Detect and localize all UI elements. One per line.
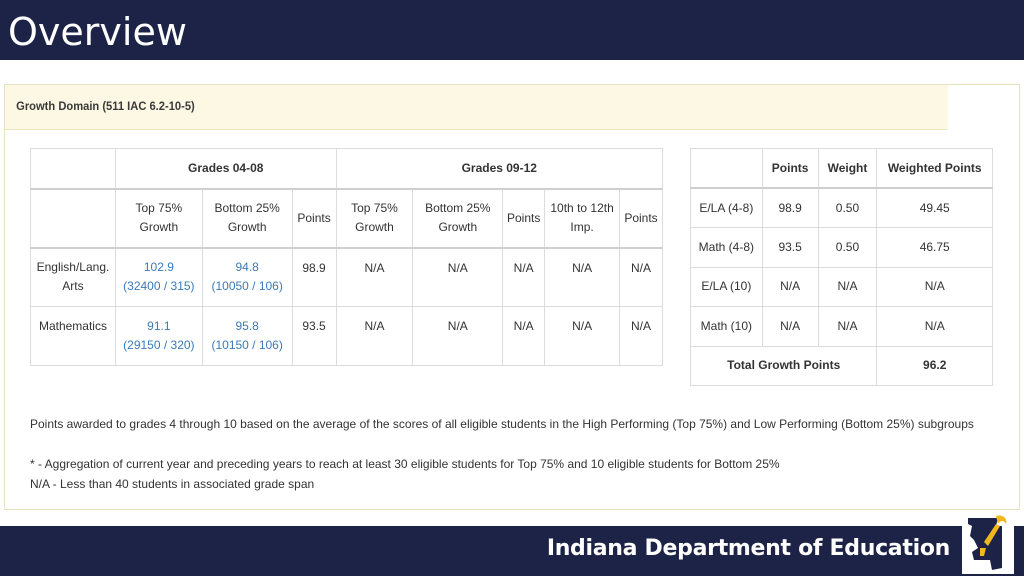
footnotes: Points awarded to grades 4 through 10 ba… [30, 414, 974, 494]
weighted-cell: N/A [876, 306, 993, 347]
points-cell: 98.9 [761, 187, 819, 228]
top75-link[interactable]: 102.9 (32400 / 315) [114, 247, 203, 307]
total-row: Total Growth Points 96.2 [689, 345, 993, 386]
points-cell: 98.9 [291, 247, 337, 307]
weighted-cell: N/A [876, 266, 993, 307]
value-cell: N/A [544, 247, 620, 307]
footer-banner: Indiana Department of Education [0, 526, 1024, 576]
value-cell: N/A [335, 247, 414, 307]
value-cell: N/A [502, 247, 546, 307]
column-header: Top 75% Growth [335, 188, 414, 249]
top75-link[interactable]: 91.1 (29150 / 320) [114, 306, 203, 366]
column-header: Points [618, 188, 664, 249]
row-label: Math (10) [690, 306, 763, 347]
weight-cell: N/A [817, 306, 878, 347]
weight-cell: 0.50 [817, 227, 878, 268]
value-cell: N/A [412, 247, 504, 307]
points-cell: 93.5 [291, 306, 337, 366]
column-header: Bottom 25% Growth [412, 188, 504, 249]
value-cell: N/A [618, 247, 664, 307]
footnote-na: N/A - Less than 40 students in associate… [30, 477, 315, 491]
value-cell: N/A [335, 306, 414, 366]
column-header: Points [502, 188, 546, 249]
growth-summary-table: Points Weight Weighted Points E/LA (4-8)… [689, 148, 993, 386]
value-cell: N/A [412, 306, 504, 366]
points-header: Points [761, 148, 819, 189]
weighted-points-header: Weighted Points [876, 148, 993, 189]
slide-title: Overview [8, 10, 187, 54]
points-cell: N/A [761, 266, 819, 307]
grades-04-08-header: Grades 04-08 [114, 148, 337, 190]
column-header: Top 75% Growth [114, 188, 203, 249]
table-row: Math (4-8) 93.5 0.50 46.75 [690, 227, 993, 268]
points-cell: 93.5 [761, 227, 819, 268]
corner-cell [690, 148, 763, 189]
footnote-points: Points awarded to grades 4 through 10 ba… [30, 417, 974, 431]
bottom25-link[interactable]: 94.8 (10050 / 106) [201, 247, 293, 307]
table-row: Mathematics 91.1 (29150 / 320) 95.8 (10150… [30, 306, 664, 366]
weighted-cell: 49.45 [876, 187, 993, 228]
column-header: 10th to 12th Imp. [544, 188, 620, 249]
torch-icon [962, 512, 1014, 574]
weight-cell: N/A [817, 266, 878, 307]
top-banner: Overview [0, 0, 1024, 60]
table-row: E/LA (10) N/A N/A N/A [690, 266, 993, 307]
total-value: 96.2 [876, 345, 993, 386]
column-header: Points [291, 188, 337, 249]
subject-cell: English/Lang. Arts [30, 247, 116, 307]
value-cell: N/A [544, 306, 620, 366]
points-cell: N/A [761, 306, 819, 347]
table-row: E/LA (4-8) 98.9 0.50 49.45 [690, 187, 993, 228]
table-row: Math (10) N/A N/A N/A [690, 306, 993, 347]
corner-cell [30, 148, 116, 190]
row-label: E/LA (10) [690, 266, 763, 307]
subject-cell: Mathematics [30, 306, 116, 366]
bottom25-link[interactable]: 95.8 (10150 / 106) [201, 306, 293, 366]
column-header: Bottom 25% Growth [201, 188, 293, 249]
panel-title: Growth Domain (511 IAC 6.2-10-5) [5, 85, 949, 130]
value-cell: N/A [502, 306, 546, 366]
weight-header: Weight [817, 148, 878, 189]
subject-header-cell [30, 188, 116, 249]
weight-cell: 0.50 [817, 187, 878, 228]
row-label: Math (4-8) [690, 227, 763, 268]
row-label: E/LA (4-8) [690, 187, 763, 228]
grade-growth-table: Grades 04-08 Grades 09-12 Top 75% Growth … [30, 148, 664, 366]
org-name: Indiana Department of Education [546, 536, 950, 561]
weighted-cell: 46.75 [876, 227, 993, 268]
footnote-aggregation: * - Aggregation of current year and prec… [30, 457, 780, 471]
total-label: Total Growth Points [689, 345, 878, 386]
value-cell: N/A [618, 306, 664, 366]
grades-09-12-header: Grades 09-12 [335, 148, 664, 190]
table-row: English/Lang. Arts 102.9 (32400 / 315) 94.… [30, 247, 664, 307]
